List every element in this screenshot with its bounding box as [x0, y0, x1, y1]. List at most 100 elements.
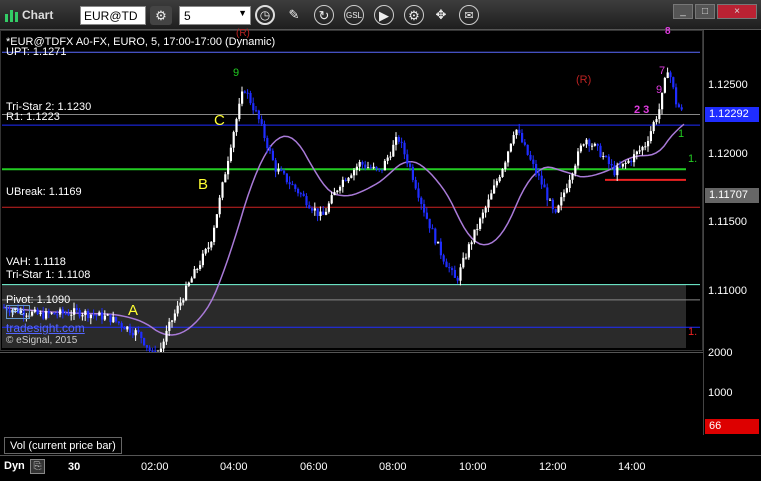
candle-body — [364, 164, 367, 168]
candle-body — [459, 267, 462, 281]
wave-label-c: C — [214, 112, 225, 129]
ma-price-tag: 1.11707 — [705, 188, 759, 203]
candle-body — [515, 129, 518, 136]
candle-body — [616, 166, 619, 176]
candle-body — [134, 330, 137, 336]
candle-body — [389, 156, 392, 158]
candle-body — [249, 92, 252, 104]
candle-body — [439, 241, 442, 256]
price-tick: 1.11500 — [708, 216, 747, 228]
candle-body — [260, 119, 263, 124]
time-tick: 04:00 — [220, 461, 248, 473]
level-label-tristar1: Tri-Star 1: 1.1108 — [6, 269, 91, 281]
time-tick: 10:00 — [459, 461, 487, 473]
candle-body — [145, 345, 148, 348]
candle-body — [137, 330, 140, 332]
wave-label-a: A — [128, 302, 139, 319]
candle-body — [53, 312, 56, 315]
watermark: tradesight.com — [6, 321, 85, 335]
candle-body — [311, 208, 314, 211]
candle-body — [546, 187, 549, 201]
candle-body — [199, 265, 202, 269]
candle-body — [647, 140, 650, 147]
candle-body — [417, 188, 420, 198]
candle-body — [501, 169, 504, 177]
candle-body — [266, 137, 269, 149]
candle-body — [218, 197, 221, 215]
candle-body — [64, 313, 67, 315]
candle-body — [78, 310, 81, 317]
r-marker: (R) — [576, 74, 592, 86]
candle-body — [297, 188, 300, 194]
candle-body — [39, 312, 42, 315]
candle-body — [131, 332, 134, 336]
candle-body — [395, 136, 398, 145]
candle-body — [173, 313, 176, 321]
candle-body — [619, 166, 622, 168]
candle-body — [353, 169, 356, 176]
level-label-r1: R1: 1.1223 — [6, 111, 60, 123]
candle-body — [635, 151, 638, 155]
candle-body — [518, 129, 521, 133]
candle-body — [549, 199, 552, 201]
candle-body — [227, 160, 230, 175]
candle-body — [638, 150, 641, 152]
candle-body — [445, 261, 448, 268]
price-tick: 1.11000 — [708, 285, 747, 297]
candle-body — [140, 331, 143, 339]
volume-pane[interactable] — [0, 352, 703, 434]
candle-body — [330, 195, 333, 204]
volume-tick: 2000 — [708, 347, 733, 359]
candle-body — [47, 311, 50, 314]
candle-body — [431, 228, 434, 230]
candle-body — [644, 146, 647, 148]
candle-body — [341, 179, 344, 187]
candle-body — [490, 193, 493, 200]
candle-body — [187, 282, 190, 286]
candle-body — [42, 312, 45, 319]
sequential-count-magenta-9: 9 — [656, 84, 663, 96]
level-label-upt: UPT: 1.1271 — [6, 46, 67, 58]
candle-body — [89, 314, 92, 319]
candle-body — [101, 312, 104, 320]
candle-body — [375, 166, 378, 169]
candle-body — [344, 179, 347, 182]
candle-body — [585, 139, 588, 145]
candle-body — [350, 175, 353, 178]
candle-body — [308, 205, 311, 209]
candle-body — [680, 107, 683, 110]
candle-body — [462, 257, 465, 268]
candle-body — [437, 241, 440, 244]
candle-body — [207, 247, 210, 250]
time-tick: 12:00 — [539, 461, 567, 473]
wave-label-b: B — [198, 176, 209, 193]
volume-current-tag: 66 — [705, 419, 759, 434]
candle-body — [229, 147, 232, 161]
candle-body — [243, 91, 246, 93]
candle-body — [414, 179, 417, 189]
candle-body — [165, 330, 168, 342]
candle-body — [487, 199, 490, 208]
candle-body — [523, 142, 526, 145]
candle-body — [624, 162, 627, 164]
candle-body — [543, 184, 546, 188]
candle-body — [347, 177, 350, 182]
volume-study-label[interactable]: Vol (current price bar) — [4, 437, 122, 454]
candle-body — [81, 315, 84, 317]
pc-label: Pc — [6, 305, 30, 319]
candle-body — [95, 315, 98, 317]
candle-body — [381, 169, 384, 171]
candle-body — [325, 211, 328, 215]
candle-body — [87, 310, 90, 319]
candle-body — [568, 179, 571, 189]
candle-body — [563, 192, 566, 198]
time-mode-button[interactable]: ⎘ — [30, 459, 45, 474]
candle-body — [327, 203, 330, 212]
candle-body — [98, 312, 101, 316]
candle-body — [442, 255, 445, 262]
candle-body — [596, 143, 599, 146]
candle-body — [176, 305, 179, 314]
candle-body — [45, 311, 48, 319]
candle-body — [31, 311, 34, 316]
candle-body — [551, 199, 554, 210]
